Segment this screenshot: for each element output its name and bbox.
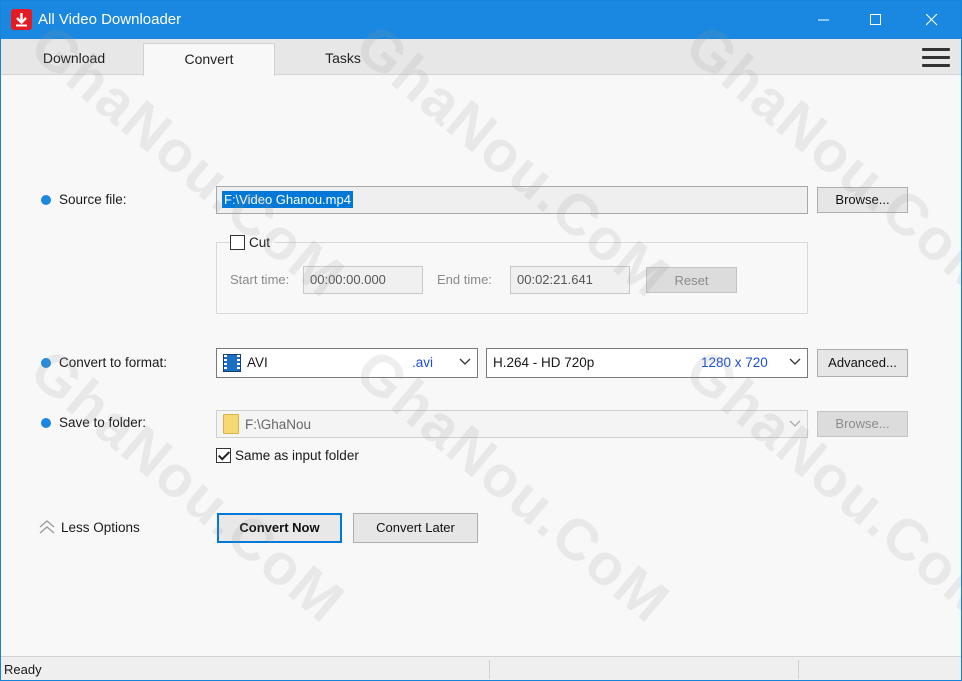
tab-bar: Download Convert Tasks [1, 39, 961, 76]
app-download-icon [11, 9, 32, 30]
checkbox-checked-icon [216, 448, 231, 463]
bullet-icon [41, 358, 51, 368]
status-separator [489, 660, 490, 679]
same-folder-checkbox[interactable]: Same as input folder [216, 448, 359, 463]
codec-name: H.264 - HD 720p [493, 355, 595, 370]
tab-convert[interactable]: Convert [143, 43, 275, 76]
advanced-button[interactable]: Advanced... [817, 349, 908, 377]
format-extension: .avi [412, 355, 434, 370]
window-title: All Video Downloader [38, 11, 182, 28]
minimize-button[interactable] [801, 1, 847, 39]
reset-button[interactable]: Reset [646, 267, 737, 293]
browse-folder-button[interactable]: Browse... [817, 411, 908, 437]
app-window: All Video Downloader Download Convert Ta… [0, 0, 962, 681]
start-time-label: Start time: [230, 272, 290, 287]
codec-resolution: 1280 x 720 [701, 355, 768, 370]
chevron-down-icon [459, 358, 471, 365]
chevron-down-icon [789, 420, 801, 427]
folder-icon [223, 414, 239, 434]
checkbox-icon [230, 235, 245, 250]
film-icon [223, 354, 241, 372]
close-button[interactable] [909, 1, 955, 39]
convert-now-button[interactable]: Convert Now [217, 513, 342, 543]
format-select[interactable]: AVI .avi [216, 348, 478, 378]
status-text: Ready [4, 662, 42, 677]
folder-path: F:\GhaNou [245, 417, 312, 432]
end-time-input[interactable]: 00:02:21.641 [510, 266, 630, 294]
source-file-input[interactable]: F:\Video Ghanou.mp4 [216, 186, 808, 214]
end-time-label: End time: [437, 272, 492, 287]
save-folder-label: Save to folder: [41, 415, 146, 430]
less-options-toggle[interactable]: Less Options [39, 520, 140, 535]
maximize-button[interactable] [853, 1, 899, 39]
title-bar[interactable]: All Video Downloader [1, 1, 961, 39]
status-separator [798, 660, 799, 679]
cut-checkbox[interactable]: Cut [230, 235, 275, 250]
format-name: AVI [247, 355, 268, 370]
convert-format-label: Convert to format: [41, 355, 167, 370]
source-file-value: F:\Video Ghanou.mp4 [222, 191, 353, 208]
source-file-label: Source file: [41, 192, 127, 207]
double-chevron-up-icon [39, 520, 55, 534]
bullet-icon [41, 418, 51, 428]
folder-select[interactable]: F:\GhaNou [216, 410, 808, 438]
status-bar: Ready [1, 656, 961, 680]
tab-download[interactable]: Download [8, 43, 140, 75]
convert-panel: Source file: F:\Video Ghanou.mp4 Browse.… [1, 76, 961, 656]
bullet-icon [41, 195, 51, 205]
browse-source-button[interactable]: Browse... [817, 187, 908, 213]
tab-tasks[interactable]: Tasks [277, 43, 409, 75]
start-time-input[interactable]: 00:00:00.000 [303, 266, 423, 294]
convert-later-button[interactable]: Convert Later [353, 513, 478, 543]
chevron-down-icon [789, 358, 801, 365]
codec-select[interactable]: H.264 - HD 720p 1280 x 720 [486, 348, 808, 378]
hamburger-menu-icon[interactable] [922, 48, 950, 68]
